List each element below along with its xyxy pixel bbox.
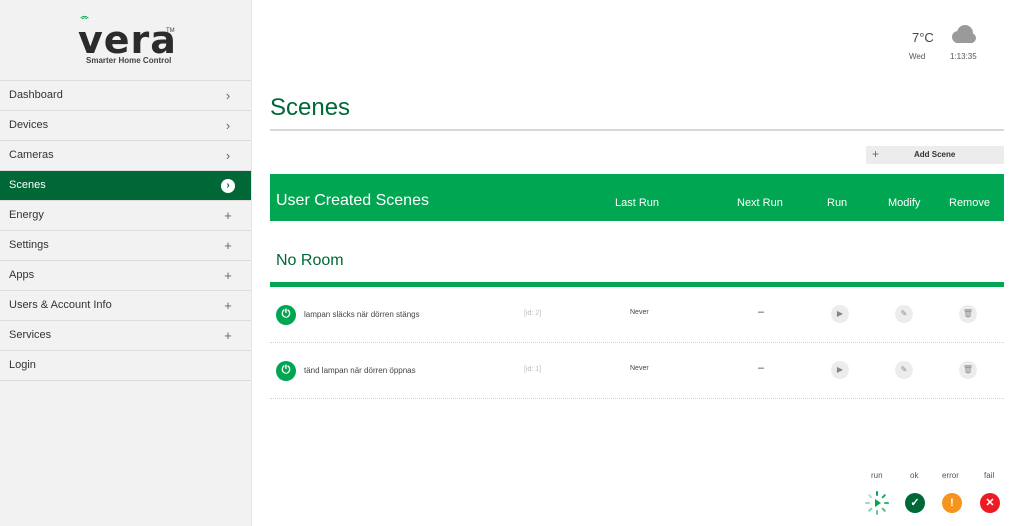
ok-check-icon: ✓ — [905, 493, 925, 513]
chevron-right-icon: › — [225, 118, 231, 133]
sidebar-item-label: Cameras — [9, 149, 54, 161]
sidebar-item-dashboard[interactable]: Dashboard › — [0, 81, 251, 111]
sidebar-item-label: Services — [9, 329, 52, 341]
column-modify: Modify — [888, 197, 921, 209]
scene-next-run: – — [758, 306, 765, 318]
sidebar-item-services[interactable]: Services + — [0, 321, 251, 351]
sidebar-item-cameras[interactable]: Cameras › — [0, 141, 251, 171]
scenes-table-header: User Created Scenes Last Run Next Run Ru… — [270, 174, 1004, 221]
column-run: Run — [827, 197, 848, 209]
logo-trademark: TM — [166, 28, 175, 34]
sidebar: vera TM Smarter Home Control Dashboard ›… — [0, 0, 252, 526]
table-title: User Created Scenes — [276, 192, 429, 209]
plus-icon: + — [224, 208, 232, 223]
cloud-icon — [952, 25, 976, 43]
clock-time: 1:13:35 — [950, 52, 977, 61]
sidebar-item-label: Devices — [9, 119, 49, 131]
temperature: 7°C — [912, 30, 934, 45]
legend-ok-label: ok — [910, 471, 919, 480]
sidebar-nav: Dashboard › Devices › Cameras › Scenes ›… — [0, 80, 251, 381]
table-row: ⏻ lampan släcks när dörren stängs [id: 2… — [270, 287, 1004, 343]
page-title: Scenes — [270, 94, 351, 121]
modify-scene-button[interactable]: ✎ — [895, 305, 913, 323]
legend-error-label: error — [942, 471, 959, 480]
sidebar-item-label: Users & Account Info — [9, 299, 112, 311]
legend-run-label: run — [871, 471, 883, 480]
plus-icon: + — [224, 328, 232, 343]
run-scene-button[interactable]: ▶ — [831, 361, 849, 379]
scene-last-run: Never — [630, 309, 649, 316]
sidebar-item-settings[interactable]: Settings + — [0, 231, 251, 261]
sidebar-item-label: Scenes — [9, 179, 46, 191]
chevron-right-icon: › — [225, 88, 231, 103]
remove-scene-button[interactable]: 🗑 — [959, 305, 977, 323]
add-scene-button[interactable]: + Add Scene — [866, 146, 1004, 164]
scene-id: [id: 1] — [524, 366, 542, 373]
scene-name: tänd lampan när dörren öppnas — [304, 366, 416, 375]
column-last-run: Last Run — [615, 197, 660, 209]
sidebar-item-label: Apps — [9, 269, 35, 281]
column-next-run: Next Run — [737, 197, 783, 209]
logo-tagline: Smarter Home Control — [86, 56, 172, 65]
weather-day: Wed — [909, 52, 926, 61]
scene-next-run: – — [758, 362, 765, 374]
sidebar-item-scenes[interactable]: Scenes › — [0, 171, 251, 201]
sidebar-item-energy[interactable]: Energy + — [0, 201, 251, 231]
sidebar-item-label: Dashboard — [9, 89, 63, 101]
power-icon[interactable]: ⏻ — [276, 305, 296, 325]
legend-fail-label: fail — [984, 471, 995, 480]
sidebar-item-devices[interactable]: Devices › — [0, 111, 251, 141]
sidebar-item-label: Energy — [9, 209, 44, 221]
run-scene-button[interactable]: ▶ — [831, 305, 849, 323]
chevron-right-icon: › — [221, 179, 235, 193]
table-row: ⏻ tänd lampan när dörren öppnas [id: 1] … — [270, 343, 1004, 399]
chevron-right-icon: › — [225, 148, 231, 163]
power-icon[interactable]: ⏻ — [276, 361, 296, 381]
scene-last-run: Never — [630, 365, 649, 372]
sidebar-item-login[interactable]: Login — [0, 351, 251, 381]
title-divider — [270, 129, 1004, 131]
sidebar-item-apps[interactable]: Apps + — [0, 261, 251, 291]
plus-icon: + — [872, 147, 880, 161]
fail-close-icon: ✕ — [980, 493, 1000, 513]
sidebar-item-users-account-info[interactable]: Users & Account Info + — [0, 291, 251, 321]
plus-icon: + — [224, 298, 232, 313]
error-alert-icon: ! — [942, 493, 962, 513]
run-spinner-icon — [865, 491, 889, 515]
plus-icon: + — [224, 238, 232, 253]
plus-icon: + — [224, 268, 232, 283]
scene-name: lampan släcks när dörren stängs — [304, 310, 420, 319]
column-remove: Remove — [949, 197, 990, 209]
room-title: No Room — [276, 252, 344, 269]
vera-logo[interactable]: vera TM Smarter Home Control — [0, 0, 251, 80]
sidebar-item-label: Login — [9, 359, 36, 371]
modify-scene-button[interactable]: ✎ — [895, 361, 913, 379]
remove-scene-button[interactable]: 🗑 — [959, 361, 977, 379]
sidebar-item-label: Settings — [9, 239, 49, 251]
add-scene-label: Add Scene — [914, 150, 956, 159]
scene-id: [id: 2] — [524, 310, 542, 317]
